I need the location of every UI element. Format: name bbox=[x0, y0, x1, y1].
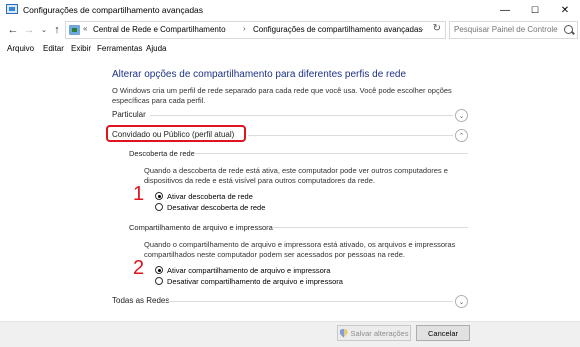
section-divider bbox=[273, 227, 468, 228]
menu-exibir[interactable]: Exibir bbox=[71, 44, 91, 53]
radio-label: Ativar descoberta de rede bbox=[167, 191, 253, 201]
section-divider bbox=[150, 115, 453, 116]
radio-button-checked[interactable] bbox=[155, 266, 163, 274]
radio-button[interactable] bbox=[155, 203, 163, 211]
breadcrumb-advanced-sharing[interactable]: Configurações de compartilhamento avança… bbox=[253, 25, 422, 34]
search-box[interactable] bbox=[449, 21, 578, 39]
file-sharing-title: Compartilhamento de arquivo e impressora bbox=[129, 223, 273, 232]
address-box[interactable]: « Central de Rede e Compartilhamento › C… bbox=[65, 21, 446, 39]
annotation-number-2: 2 bbox=[133, 257, 145, 279]
radio-button[interactable] bbox=[155, 277, 163, 285]
uac-shield-icon bbox=[339, 328, 348, 338]
radio-disable-sharing[interactable]: Desativar compartilhamento de arquivo e … bbox=[155, 276, 343, 286]
page-heading: Alterar opções de compartilhamento para … bbox=[112, 69, 407, 80]
section-divider bbox=[168, 301, 453, 302]
expand-chevron-icon[interactable]: ⌄ bbox=[455, 109, 468, 122]
minimize-button[interactable]: — bbox=[490, 0, 520, 20]
main-content: Alterar opções de compartilhamento para … bbox=[0, 56, 580, 321]
recent-locations-chevron-icon[interactable]: ⌄ bbox=[37, 23, 51, 37]
annotation-number-1: 1 bbox=[133, 183, 145, 205]
expand-chevron-icon[interactable]: ⌄ bbox=[455, 295, 468, 308]
menu-ferramentas[interactable]: Ferramentas bbox=[97, 44, 142, 53]
forward-arrow-icon[interactable]: → bbox=[22, 23, 36, 37]
menu-editar[interactable]: Editar bbox=[43, 44, 64, 53]
back-arrow-icon[interactable]: ← bbox=[6, 23, 20, 37]
breadcrumb-separator[interactable]: › bbox=[243, 24, 246, 33]
network-discovery-description: Quando a descoberta de rede está ativa, … bbox=[144, 166, 448, 185]
search-input[interactable] bbox=[454, 25, 562, 34]
radio-label: Desativar compartilhamento de arquivo e … bbox=[167, 276, 343, 286]
save-changes-button[interactable]: Salvar alterações bbox=[337, 325, 411, 341]
save-button-label: Salvar alterações bbox=[350, 328, 409, 338]
section-divider bbox=[194, 153, 468, 154]
section-divider bbox=[248, 135, 453, 136]
radio-label: Ativar compartilhamento de arquivo e imp… bbox=[167, 265, 331, 275]
menu-arquivo[interactable]: Arquivo bbox=[7, 44, 34, 53]
collapse-chevron-icon[interactable]: ⌃ bbox=[455, 129, 468, 142]
address-dropdown-icon[interactable]: ⌄ bbox=[418, 24, 425, 33]
overflow-chevron[interactable]: « bbox=[83, 24, 87, 33]
radio-button-checked[interactable] bbox=[155, 192, 163, 200]
title-bar: Configurações de compartilhamento avança… bbox=[0, 0, 580, 20]
up-arrow-icon[interactable]: ↑ bbox=[50, 23, 64, 37]
radio-enable-sharing[interactable]: Ativar compartilhamento de arquivo e imp… bbox=[155, 265, 330, 275]
page-description: O Windows cria um perfil de rede separad… bbox=[112, 86, 452, 105]
breadcrumb-network-center[interactable]: Central de Rede e Compartilhamento bbox=[93, 25, 226, 34]
network-folder-icon bbox=[69, 25, 80, 35]
window-title: Configurações de compartilhamento avança… bbox=[23, 5, 204, 15]
footer-bar: Salvar alterações Cancelar bbox=[0, 321, 580, 347]
menu-bar: Arquivo Editar Exibir Ferramentas Ajuda bbox=[0, 42, 580, 56]
search-icon[interactable] bbox=[564, 25, 573, 34]
file-sharing-description: Quando o compartilhamento de arquivo e i… bbox=[144, 240, 456, 259]
maximize-button[interactable]: ☐ bbox=[520, 0, 550, 20]
radio-label: Desativar descoberta de rede bbox=[167, 202, 266, 212]
radio-enable-discovery[interactable]: Ativar descoberta de rede bbox=[155, 191, 253, 201]
profile-particular-label[interactable]: Particular bbox=[112, 110, 146, 119]
cancel-button[interactable]: Cancelar bbox=[416, 325, 470, 341]
profile-guest-public-label[interactable]: Convidado ou Público (perfil atual) bbox=[112, 130, 234, 139]
close-button[interactable]: ✕ bbox=[550, 0, 580, 20]
radio-disable-discovery[interactable]: Desativar descoberta de rede bbox=[155, 202, 265, 212]
profile-all-networks-label[interactable]: Todas as Redes bbox=[112, 296, 169, 305]
control-panel-icon bbox=[6, 4, 18, 14]
network-discovery-title: Descoberta de rede bbox=[129, 149, 195, 158]
address-bar: ← → ⌄ ↑ « Central de Rede e Compartilham… bbox=[0, 20, 580, 42]
refresh-icon[interactable]: ↻ bbox=[433, 23, 441, 34]
menu-ajuda[interactable]: Ajuda bbox=[146, 44, 166, 53]
